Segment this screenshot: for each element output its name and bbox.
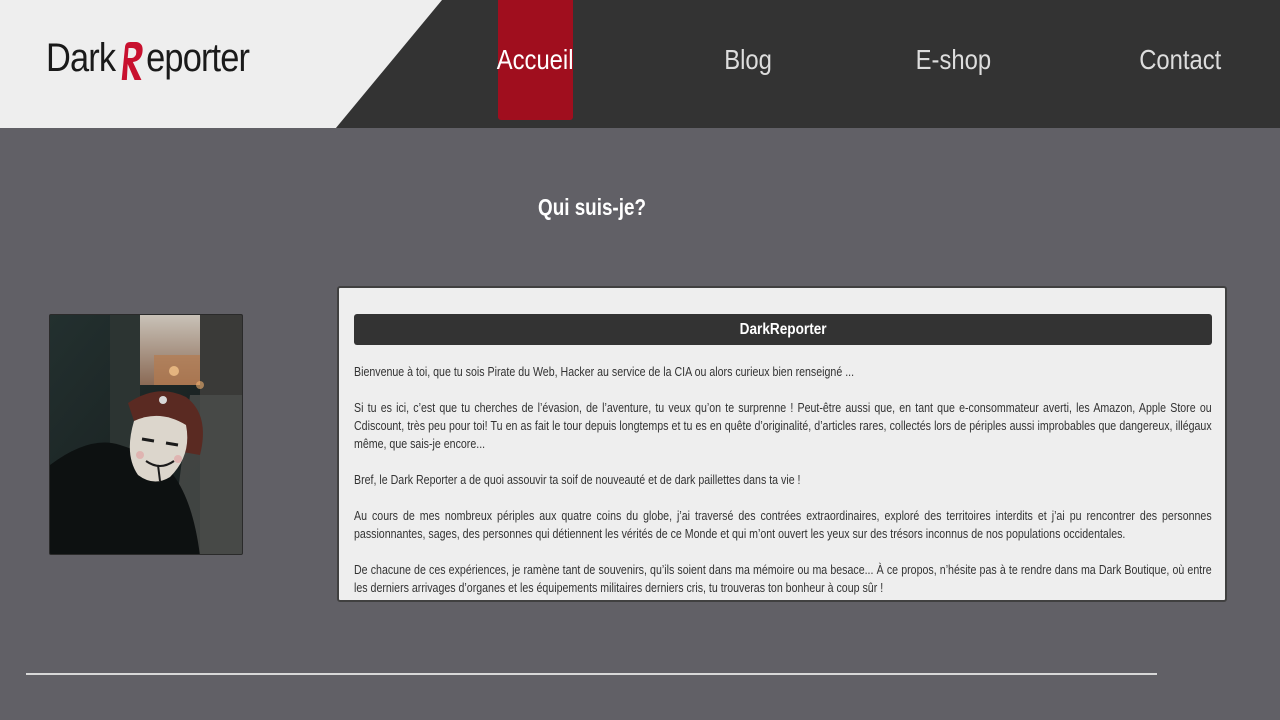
- card-title-bar: DarkReporter: [354, 314, 1212, 345]
- logo-text-suffix: eporter: [146, 36, 250, 80]
- paragraph-boutique: De chacune de ces expériences, je ramène…: [354, 563, 1212, 595]
- paragraph-welcome: Bienvenue à toi, que tu sois Pirate du W…: [354, 365, 855, 379]
- about-card: DarkReporter Bienvenue à toi, que tu soi…: [337, 286, 1227, 602]
- nav-eshop-label: E-shop: [915, 44, 991, 75]
- profile-photo: [49, 314, 243, 555]
- nav-contact-label: Contact: [1138, 44, 1222, 75]
- section-title: Qui suis-je?: [538, 194, 646, 220]
- nav-home-label: Accueil: [497, 44, 574, 75]
- logo-text-prefix: Dark: [46, 36, 116, 80]
- footer-divider: [26, 673, 1157, 675]
- logo-r-mark-icon: [116, 40, 145, 82]
- paragraph-travels: Au cours de mes nombreux périples aux qu…: [354, 509, 1212, 541]
- nav-blog-label: Blog: [724, 44, 772, 75]
- nav-home-link[interactable]: Accueil: [497, 0, 574, 120]
- nav-blog-link[interactable]: Blog: [708, 0, 788, 120]
- card-body: Bienvenue à toi, que tu sois Pirate du W…: [354, 363, 1212, 615]
- card-title: DarkReporter: [739, 320, 827, 338]
- paragraph-escape: Si tu es ici, c’est que tu cherches de l…: [354, 401, 1212, 451]
- site-logo[interactable]: Dark eporter: [46, 36, 250, 82]
- nav-contact-link[interactable]: Contact: [1130, 0, 1230, 120]
- paragraph-summary: Bref, le Dark Reporter a de quoi assouvi…: [354, 473, 801, 487]
- site-header: Dark eporter Accueil Blog E-shop Contact: [0, 0, 1280, 128]
- nav-eshop-link[interactable]: E-shop: [905, 0, 1001, 120]
